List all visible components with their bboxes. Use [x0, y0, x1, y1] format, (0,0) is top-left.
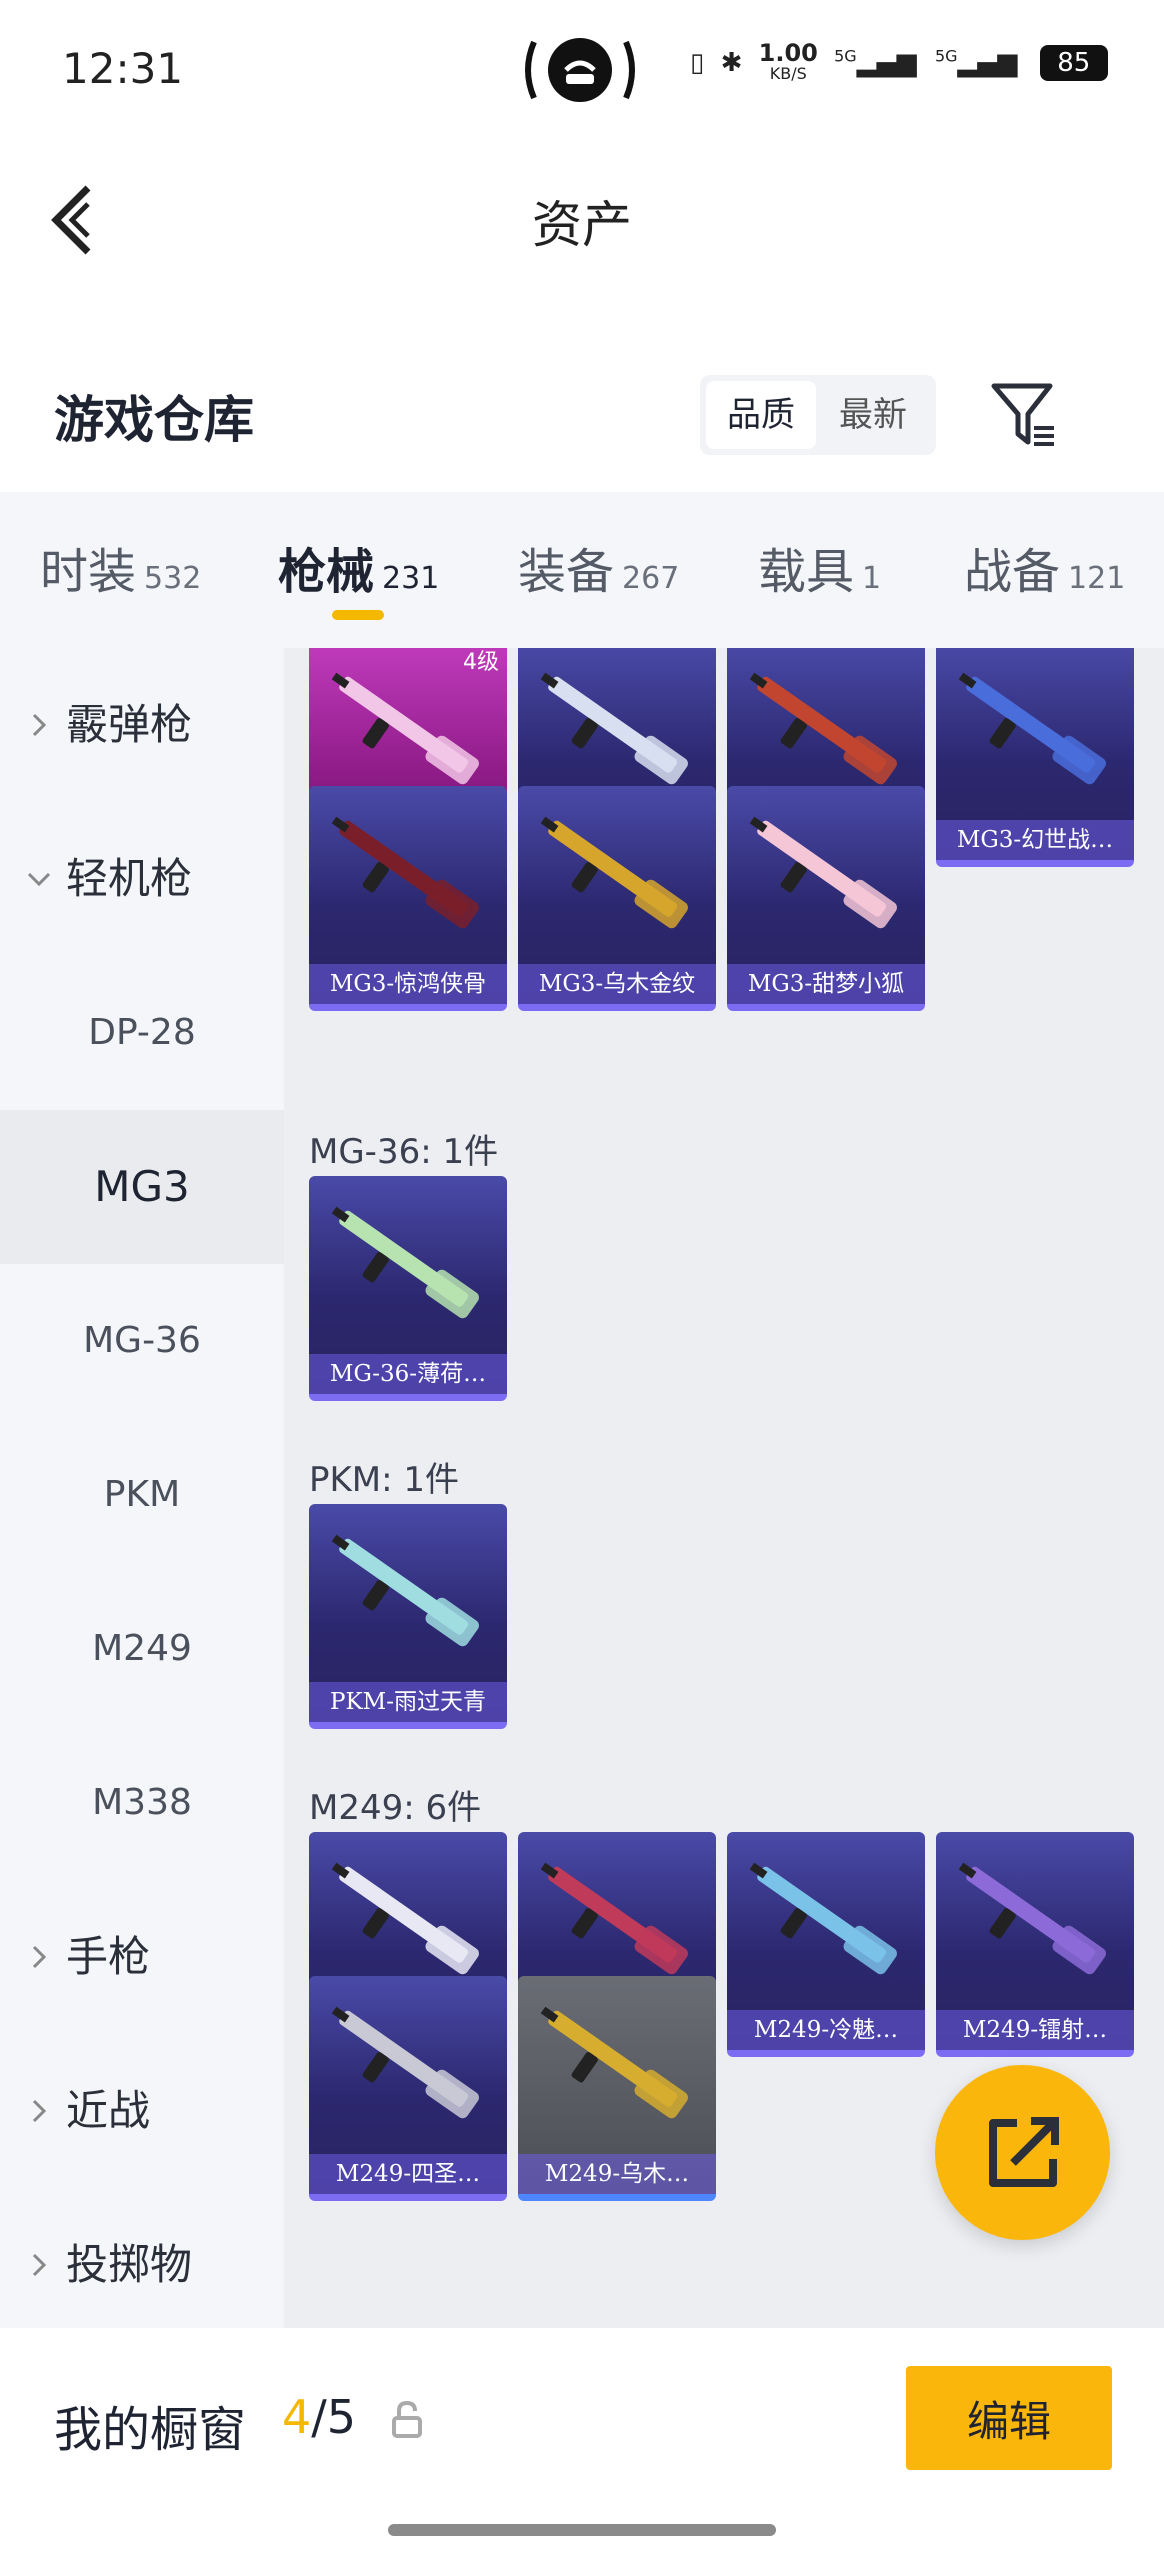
sidebar-item-label: MG-36: [83, 1320, 201, 1361]
weapon-image: [958, 672, 1106, 785]
sidebar-item-lmg[interactable]: 轻机枪: [0, 802, 284, 956]
weapon-image: [331, 1534, 479, 1647]
sort-quality-button[interactable]: 品质: [706, 381, 816, 449]
weapon-card[interactable]: MG3-惊鸿侠骨: [309, 786, 507, 1011]
tab-fashion[interactable]: 时装 532: [40, 532, 201, 602]
status-time: 12:31: [62, 44, 184, 93]
hotspot-status-icon: [520, 30, 640, 110]
weapon-card[interactable]: MG3-幻世战…: [936, 648, 1134, 867]
category-tabs: 时装 532 枪械 231 装备 267 载具 1 战备 121: [0, 492, 1164, 648]
sidebar-item-label: 手枪: [66, 1932, 151, 1981]
weapon-card[interactable]: M249-四圣…: [309, 1976, 507, 2201]
section-title: 游戏仓库: [54, 390, 254, 449]
sidebar-item-label: DP-28: [88, 1012, 196, 1053]
weapon-name: MG3-乌木金纹: [518, 964, 716, 1004]
weapon-image: [749, 672, 897, 785]
share-button[interactable]: [935, 2065, 1110, 2240]
chevron-right-icon: [32, 713, 47, 737]
home-indicator[interactable]: [388, 2524, 776, 2536]
weapon-image: [331, 1862, 479, 1975]
sidebar-item-label: M249: [92, 1628, 192, 1669]
tab-supplies[interactable]: 战备 121: [964, 532, 1125, 602]
chevron-down-icon: [27, 872, 51, 887]
filter-icon: [991, 383, 1054, 446]
share-icon: [989, 2117, 1059, 2187]
sidebar-item-melee[interactable]: 近战: [0, 2034, 284, 2188]
weapon-name: MG3-惊鸿侠骨: [309, 964, 507, 1004]
weapon-image: [958, 1862, 1106, 1975]
weapon-image: [540, 1862, 688, 1975]
tab-firearms[interactable]: 枪械 231: [278, 532, 439, 602]
weapon-image: [331, 672, 479, 785]
sidebar-item-throwable[interactable]: 投掷物: [0, 2188, 284, 2342]
weapon-card[interactable]: MG-36-薄荷…: [309, 1176, 507, 1401]
sidebar-item-label: MG3: [94, 1162, 190, 1211]
vibrate-icon: ▯: [690, 48, 705, 78]
lock-icon: [390, 2400, 424, 2440]
edit-button[interactable]: 编辑: [906, 2366, 1112, 2470]
sidebar-item-pistol[interactable]: 手枪: [0, 1880, 284, 2034]
weapon-card[interactable]: M249-乌木…: [518, 1976, 716, 2201]
sidebar-item-label: 轻机枪: [66, 854, 193, 903]
weapon-name: MG-36-薄荷…: [309, 1354, 507, 1394]
weapon-image: [540, 816, 688, 929]
chevron-right-icon: [32, 2099, 47, 2123]
sidebar-item-label: 霰弹枪: [66, 700, 193, 749]
group-label-pkm: PKM: 1件: [309, 1460, 460, 1500]
weapon-name: PKM-雨过天青: [309, 1682, 507, 1722]
weapon-image: [331, 816, 479, 929]
weapon-card[interactable]: PKM-雨过天青: [309, 1504, 507, 1729]
page-title: 资产: [532, 196, 632, 254]
sidebar-item-m249[interactable]: M249: [0, 1572, 284, 1726]
weapon-card[interactable]: M249-冷魅…: [727, 1832, 925, 2057]
weapon-card[interactable]: M249-镭射…: [936, 1832, 1134, 2057]
signal-icon-2: 5G▂▄▆: [934, 46, 1018, 78]
group-label-mg36: MG-36: 1件: [309, 1132, 499, 1172]
battery-icon: 85: [1039, 45, 1108, 81]
weapon-card[interactable]: MG3-乌木金纹: [518, 786, 716, 1011]
network-speed: 1.00 KB/S: [758, 39, 818, 83]
tab-equipment[interactable]: 装备 267: [518, 532, 679, 602]
sidebar-item-pkm[interactable]: PKM: [0, 1418, 284, 1572]
chevron-right-icon: [32, 2253, 47, 2277]
sidebar-item-mg3[interactable]: MG3: [0, 1110, 284, 1264]
weapon-sidebar: 霰弹枪 轻机枪 DP-28 MG3 MG-36 PKM M249 M338 手枪…: [0, 648, 284, 2328]
weapon-name: MG3-幻世战…: [936, 820, 1134, 860]
signal-icon-1: 5G▂▄▆: [834, 46, 917, 78]
level-badge: 4级: [463, 650, 499, 675]
sidebar-item-dp28[interactable]: DP-28: [0, 956, 284, 1110]
sidebar-item-label: 投掷物: [66, 2240, 193, 2289]
chevron-right-icon: [32, 1945, 47, 1969]
weapon-card[interactable]: MG3-甜梦小狐: [727, 786, 925, 1011]
sidebar-item-label: PKM: [103, 1474, 181, 1515]
sort-latest-button[interactable]: 最新: [818, 381, 928, 449]
weapon-name: M249-四圣…: [309, 2154, 507, 2194]
showcase-label: 我的橱窗: [54, 2402, 247, 2458]
sort-toggle: 品质 最新: [700, 375, 936, 455]
sidebar-item-label: M338: [92, 1782, 192, 1823]
tab-active-indicator: [332, 610, 384, 620]
weapon-image: [749, 1862, 897, 1975]
weapon-image: [540, 2006, 688, 2119]
showcase-count: 4/5: [282, 2390, 357, 2444]
sidebar-item-m338[interactable]: M338: [0, 1726, 284, 1880]
weapon-name: M249-乌木…: [518, 2154, 716, 2194]
sidebar-item-shotgun[interactable]: 霰弹枪: [0, 648, 284, 802]
weapon-image: [540, 672, 688, 785]
weapon-image: [749, 816, 897, 929]
weapon-name: M249-冷魅…: [727, 2010, 925, 2050]
filter-button[interactable]: [990, 380, 1060, 450]
bluetooth-icon: ✱: [720, 48, 743, 78]
sidebar-item-label: 近战: [66, 2086, 151, 2135]
weapon-name: M249-镭射…: [936, 2010, 1134, 2050]
weapon-name: MG3-甜梦小狐: [727, 964, 925, 1004]
sidebar-item-mg36[interactable]: MG-36: [0, 1264, 284, 1418]
group-label-m249: M249: 6件: [309, 1788, 482, 1828]
status-indicators: ▯ ✱ 1.00 KB/S 5G▂▄▆ 5G▂▄▆ 85: [690, 39, 1108, 83]
weapon-image: [331, 2006, 479, 2119]
weapon-image: [331, 1206, 479, 1319]
tab-vehicles[interactable]: 载具 1: [758, 532, 881, 602]
